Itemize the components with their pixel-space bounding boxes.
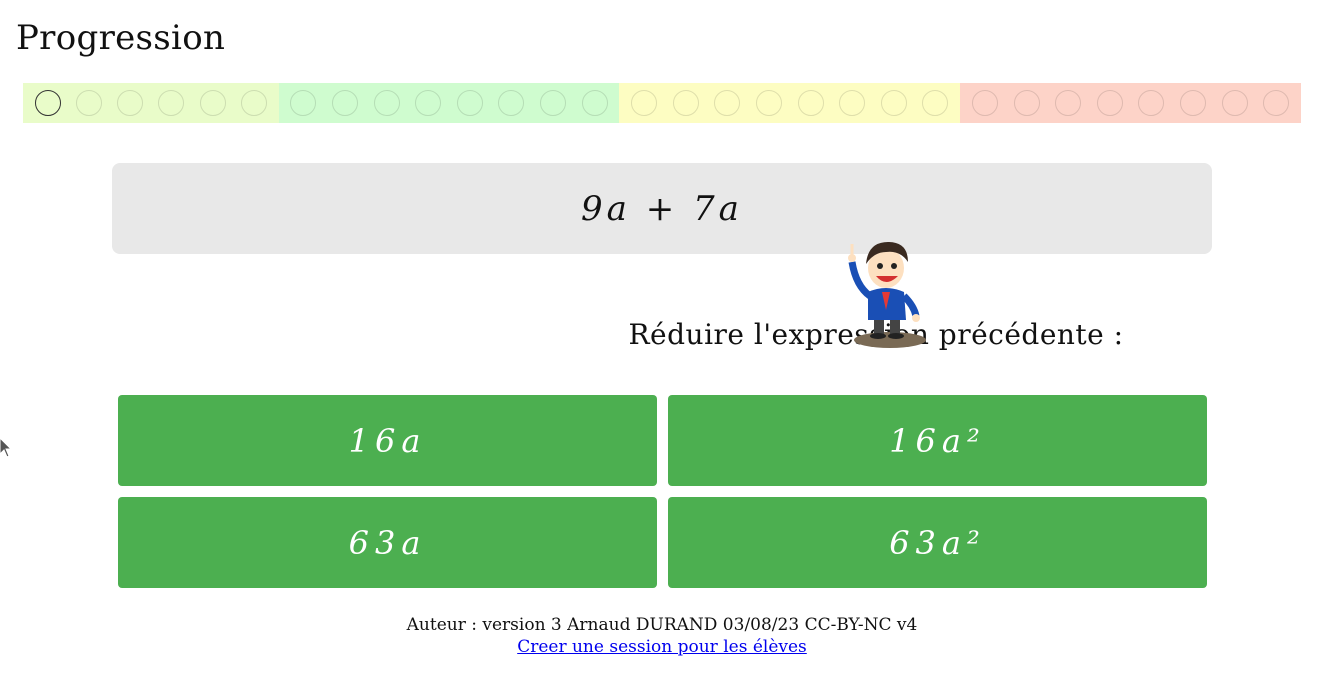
progress-dot: [631, 90, 658, 116]
progress-dot: [331, 90, 358, 116]
teacher-mascot-icon: [848, 242, 926, 348]
progress-segment: [23, 83, 279, 123]
progress-dot: [1179, 90, 1206, 116]
progress-dot: [797, 90, 824, 116]
answer-button[interactable]: 16a²: [668, 395, 1207, 486]
progress-dot: [290, 90, 317, 116]
answer-button[interactable]: 63a²: [668, 497, 1207, 588]
progress-dot: [1055, 90, 1082, 116]
progress-bar: [23, 83, 1301, 123]
instruction-text: Réduire l'expression précédente :: [0, 318, 1233, 351]
progress-dot: [199, 90, 226, 116]
create-session-link[interactable]: Creer une session pour les élèves: [517, 637, 807, 657]
progress-dot: [1138, 90, 1165, 116]
progress-dot: [415, 90, 442, 116]
progress-dot: [1263, 90, 1290, 116]
progress-dot: [1221, 90, 1248, 116]
footer: Auteur : version 3 Arnaud DURAND 03/08/2…: [0, 614, 1324, 658]
answer-button[interactable]: 63a: [118, 497, 657, 588]
progress-dot: [971, 90, 998, 116]
progress-dot: [373, 90, 400, 116]
answer-button[interactable]: 16a: [118, 395, 657, 486]
progress-segment: [278, 83, 620, 123]
progress-segment: [619, 83, 961, 123]
progress-dot: [581, 90, 608, 116]
progress-dot: [1096, 90, 1123, 116]
progress-dot: [75, 90, 102, 116]
progress-dot: [755, 90, 782, 116]
page-title: Progression: [16, 18, 226, 58]
mouse-cursor-icon: [0, 438, 13, 458]
progress-dot: [240, 90, 267, 116]
progress-dot: [714, 90, 741, 116]
expression-text: 9a + 7a: [581, 188, 743, 229]
progress-dot: [539, 90, 566, 116]
progress-dot: [158, 90, 185, 116]
progress-dot: [498, 90, 525, 116]
author-credit: Auteur : version 3 Arnaud DURAND 03/08/2…: [406, 615, 918, 635]
progress-dot-current: [34, 90, 61, 116]
progress-dot: [117, 90, 144, 116]
progress-dot: [922, 90, 949, 116]
progress-dot: [880, 90, 907, 116]
progress-dot: [456, 90, 483, 116]
progress-dot: [672, 90, 699, 116]
answer-grid: 16a 16a² 63a 63a²: [118, 395, 1207, 588]
progress-dot: [1013, 90, 1040, 116]
expression-display: 9a + 7a: [112, 163, 1212, 254]
progress-dot: [839, 90, 866, 116]
progress-segment: [960, 83, 1301, 123]
